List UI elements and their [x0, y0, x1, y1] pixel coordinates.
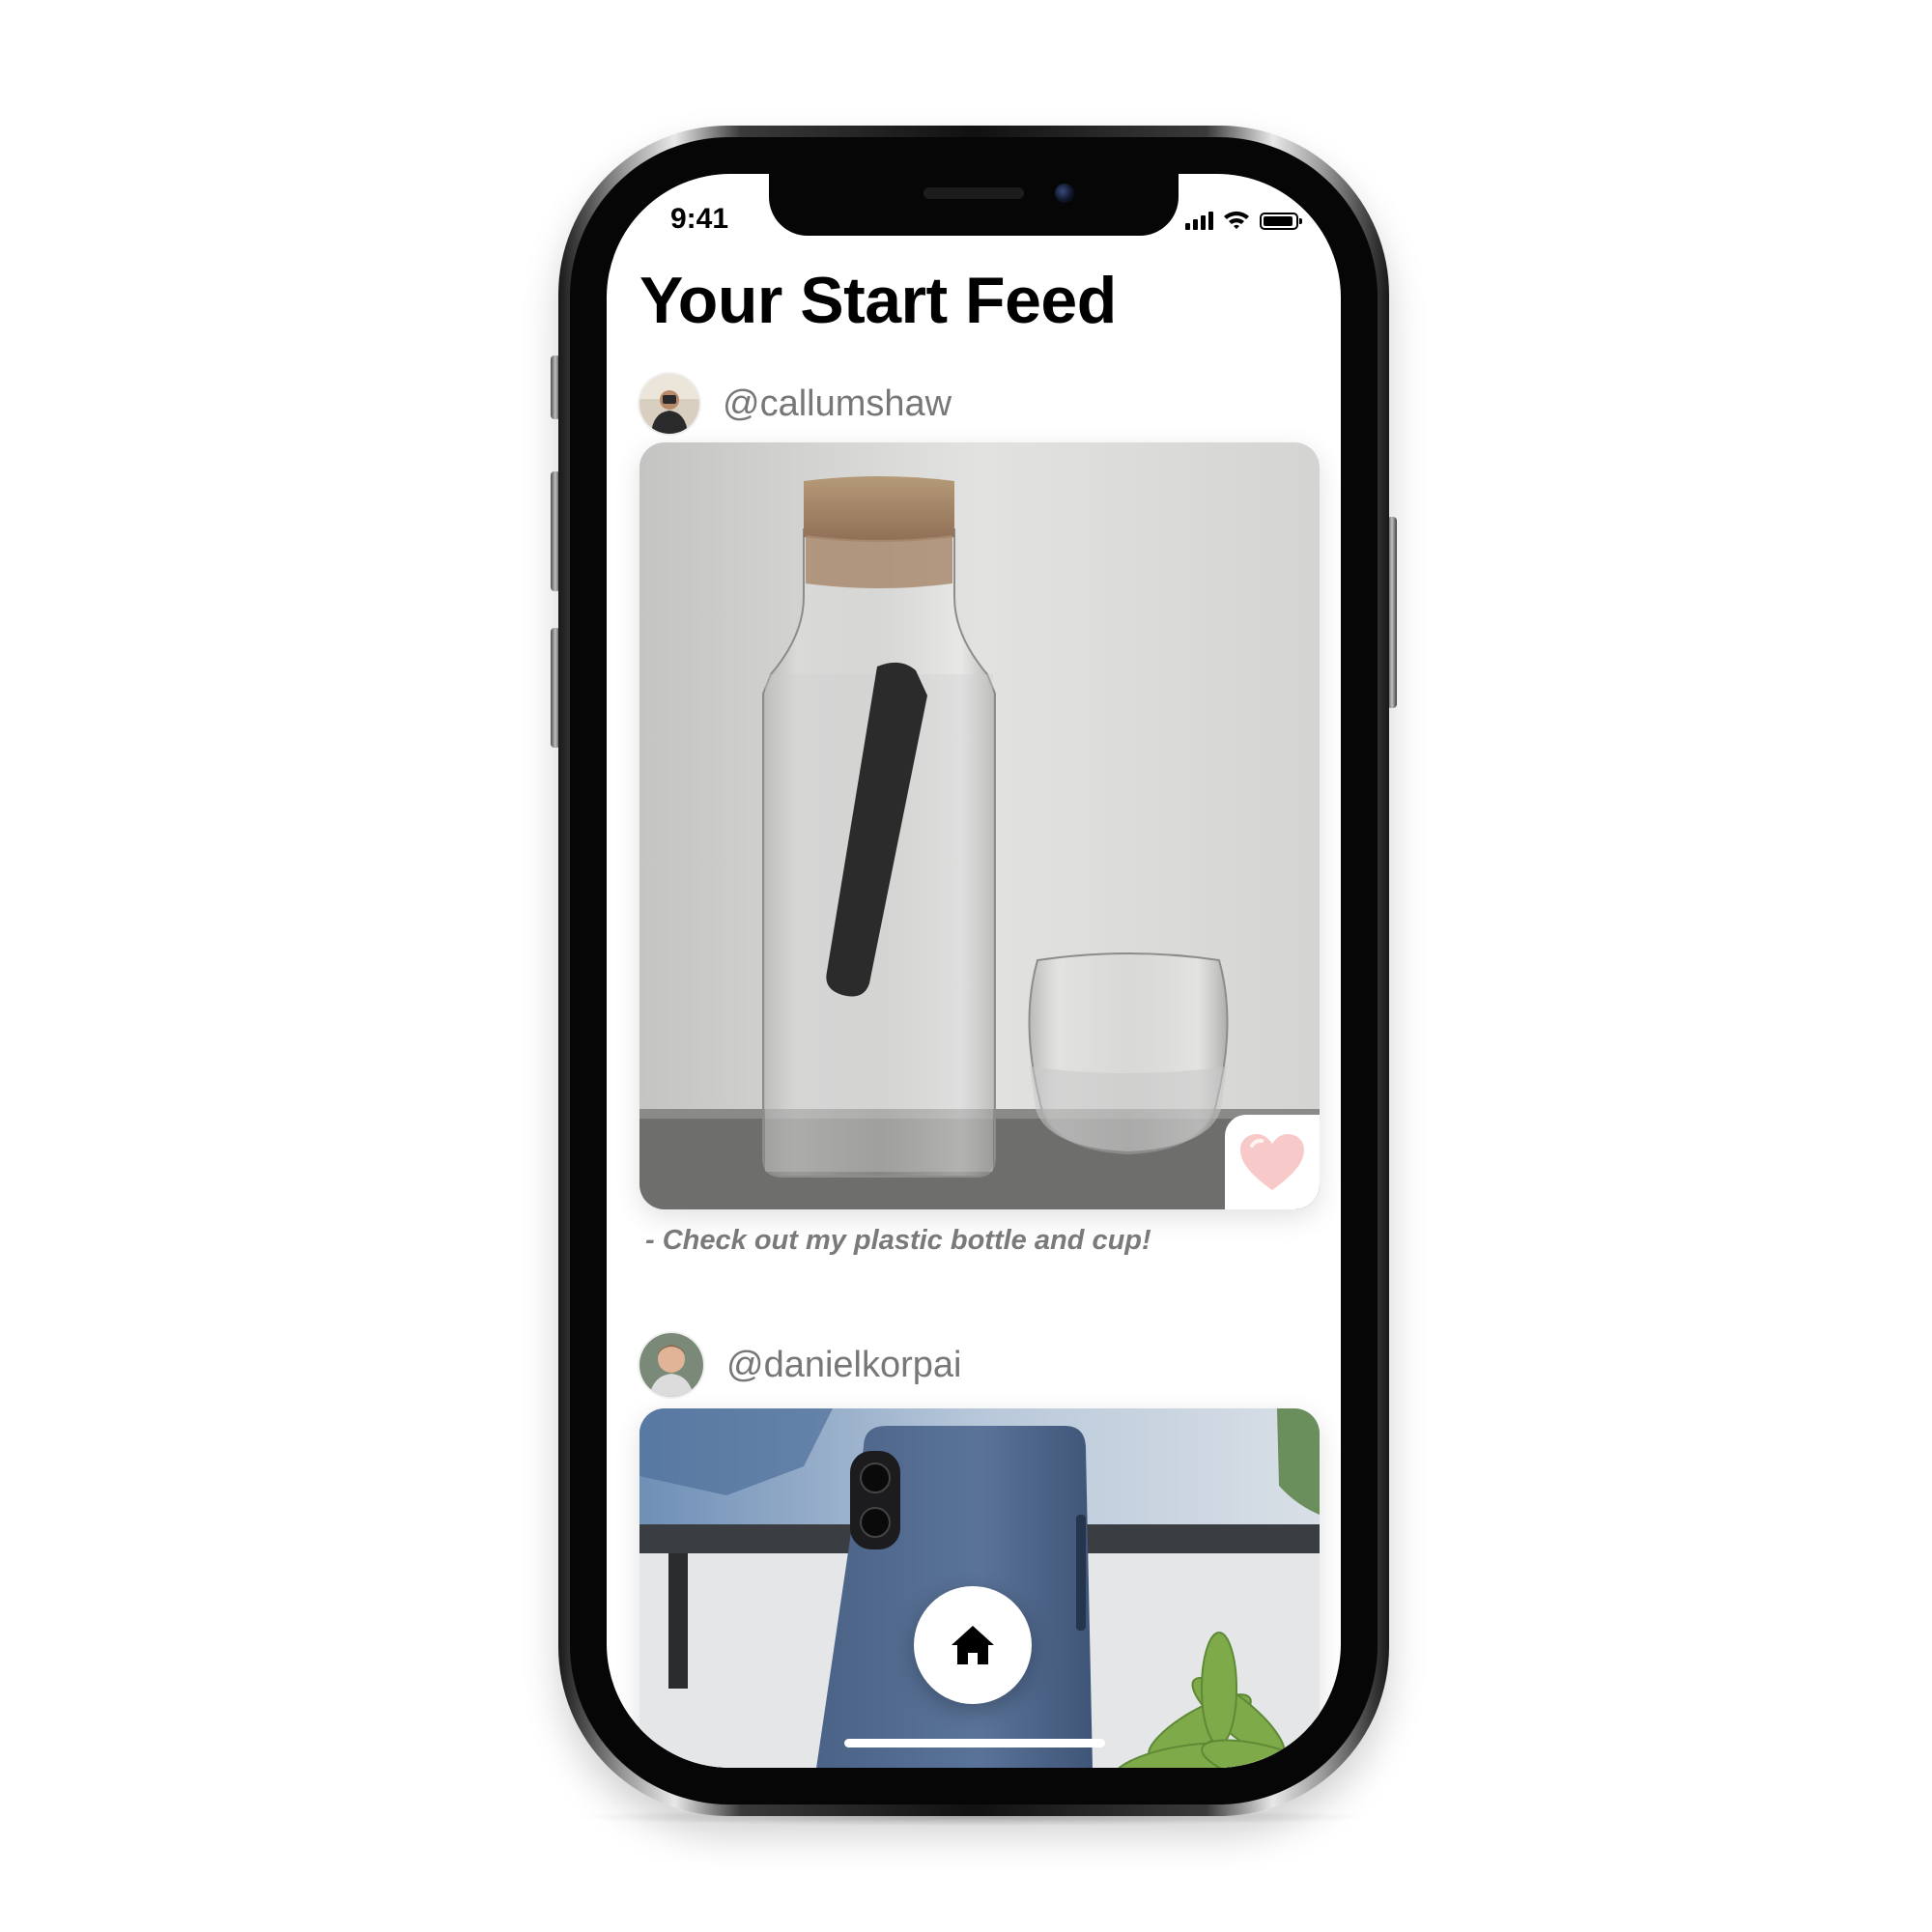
home-button[interactable]	[914, 1586, 1032, 1704]
status-time: 9:41	[670, 203, 729, 235]
cellular-signal-icon	[1185, 211, 1213, 230]
post-header: @callumshaw	[639, 374, 952, 434]
home-indicator[interactable]	[844, 1739, 1105, 1747]
user-avatar[interactable]	[639, 1333, 703, 1397]
front-camera	[1055, 184, 1074, 203]
user-avatar[interactable]	[639, 374, 699, 434]
username[interactable]: @danielkorpai	[726, 1345, 962, 1386]
like-button[interactable]	[1225, 1115, 1320, 1209]
heart-icon	[1240, 1134, 1304, 1190]
page-title: Your Start Feed	[639, 264, 1117, 337]
home-icon	[952, 1626, 994, 1664]
status-icons	[1185, 207, 1302, 230]
earpiece-speaker	[923, 187, 1024, 199]
post-header: @danielkorpai	[639, 1333, 962, 1397]
post-image[interactable]	[639, 442, 1320, 1209]
wifi-icon	[1224, 211, 1249, 229]
battery-icon	[1260, 213, 1302, 230]
bottle-and-cup-photo	[639, 442, 1320, 1209]
post-caption: - Check out my plastic bottle and cup!	[645, 1225, 1151, 1256]
notch	[769, 174, 1179, 236]
phone-screen: 9:41 Your Start Feed @callumshaw - Check…	[607, 174, 1341, 1768]
username[interactable]: @callumshaw	[723, 384, 952, 425]
